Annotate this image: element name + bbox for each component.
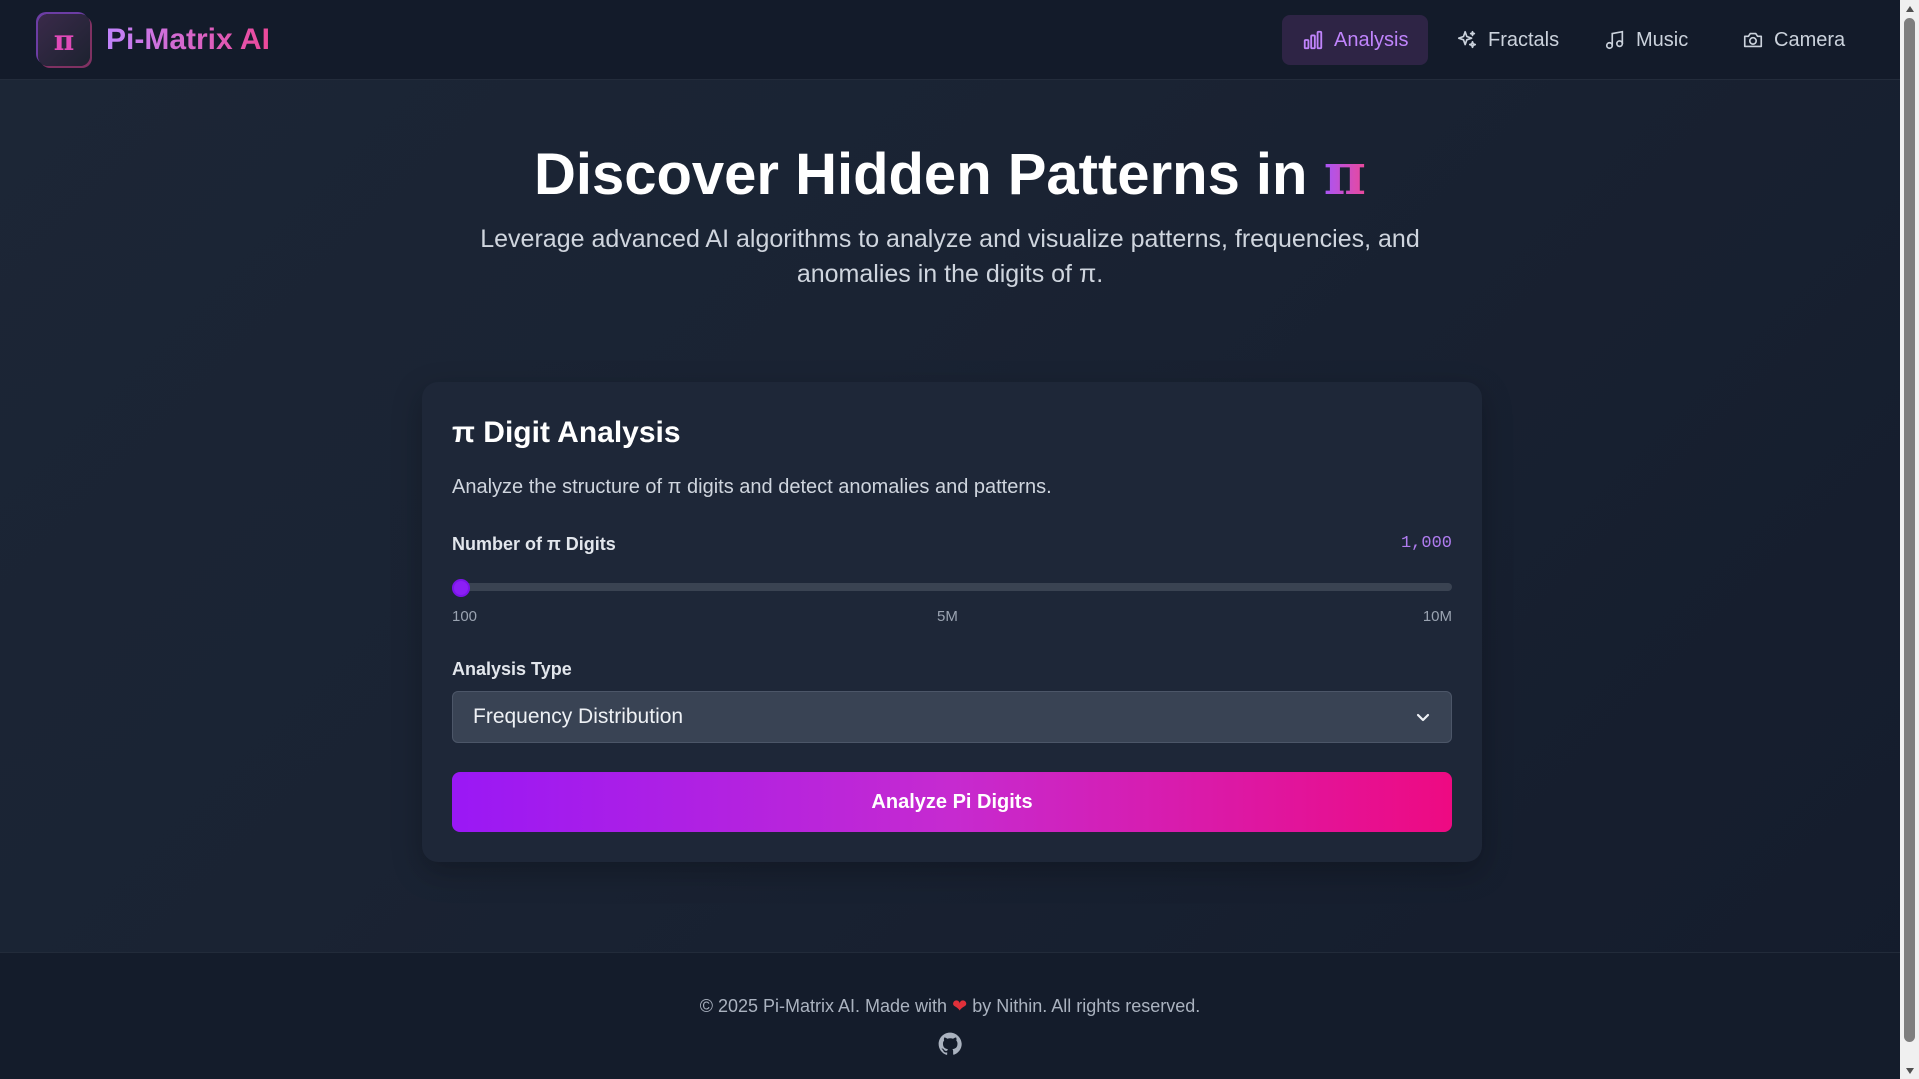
- nav-fractals-label: Fractals: [1488, 28, 1560, 51]
- nav-camera[interactable]: Camera: [1722, 15, 1865, 65]
- footer-text-before: © 2025 Pi-Matrix AI. Made with: [699, 996, 948, 1016]
- digits-slider-thumb[interactable]: [452, 579, 470, 597]
- nav-music[interactable]: Music: [1584, 15, 1708, 65]
- card-description: Analyze the structure of π digits and de…: [452, 476, 1052, 498]
- digits-slider-track[interactable]: [452, 583, 1452, 591]
- digit-analysis-card: π Digit Analysis Analyze the structure o…: [422, 382, 1482, 862]
- scrollbar[interactable]: [1900, 0, 1919, 1079]
- digits-label: Number of π Digits: [452, 534, 616, 554]
- analysis-type-label: Analysis Type: [452, 659, 572, 679]
- digits-value: 1,000: [1400, 534, 1452, 553]
- nav-analysis-label: Analysis: [1334, 28, 1409, 51]
- hero-title-text: Discover Hidden Patterns in: [533, 142, 1308, 207]
- navbar: π Pi-Matrix AI Analysis Fractals Music C…: [0, 0, 1900, 80]
- sparkles-icon: [1457, 30, 1477, 49]
- analysis-type-select[interactable]: Frequency Distribution: [452, 691, 1452, 743]
- chevron-down-icon: [1416, 713, 1430, 722]
- hero-title: Discover Hidden Patterns in π: [0, 138, 1900, 211]
- nav-fractals[interactable]: Fractals: [1436, 15, 1579, 65]
- analyze-button[interactable]: Analyze Pi Digits: [452, 772, 1452, 832]
- hero-title-pi: π: [1323, 140, 1367, 208]
- nav-analysis[interactable]: Analysis: [1282, 15, 1429, 65]
- brand-name[interactable]: Pi-Matrix AI: [106, 22, 270, 58]
- slider-min-label: 100: [452, 608, 478, 625]
- logo-glyph: π: [53, 23, 75, 57]
- footer-copyright: © 2025 Pi-Matrix AI. Made with ❤ by Nith…: [0, 996, 1900, 1017]
- nav-music-label: Music: [1636, 28, 1689, 51]
- footer: © 2025 Pi-Matrix AI. Made with ❤ by Nith…: [0, 952, 1900, 1079]
- github-icon[interactable]: [937, 1031, 963, 1057]
- app-viewport: π Pi-Matrix AI Analysis Fractals Music C…: [0, 0, 1900, 1079]
- logo[interactable]: π: [38, 14, 90, 66]
- nav-camera-label: Camera: [1774, 28, 1846, 51]
- scroll-up-arrow[interactable]: [1900, 0, 1919, 17]
- footer-text-after: by Nithin. All rights reserved.: [972, 996, 1201, 1016]
- card-title: π Digit Analysis: [452, 416, 681, 449]
- scrollbar-thumb[interactable]: [1904, 18, 1915, 1042]
- slider-max-label: 10M: [1422, 608, 1452, 625]
- analysis-type-value: Frequency Distribution: [473, 705, 684, 728]
- heart-icon: ❤: [952, 996, 968, 1016]
- bar-chart-icon: [1303, 30, 1323, 50]
- scroll-down-arrow[interactable]: [1900, 1062, 1919, 1079]
- hero-subtitle: Leverage advanced AI algorithms to analy…: [480, 225, 1420, 288]
- music-note-icon: [1605, 30, 1624, 50]
- slider-mid-label: 5M: [937, 608, 958, 625]
- camera-icon: [1743, 32, 1763, 48]
